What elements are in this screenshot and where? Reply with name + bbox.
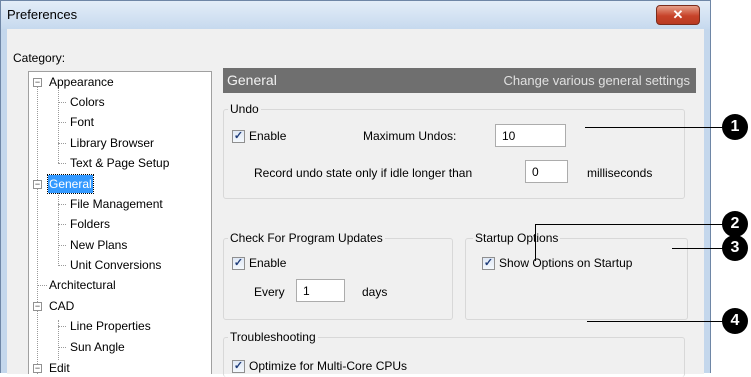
max-undos-label: Maximum Undos:	[363, 129, 457, 143]
collapse-icon[interactable]: −	[33, 302, 42, 311]
updates-group-label: Check For Program Updates	[228, 231, 385, 245]
tree-item-colors[interactable]: Colors	[70, 93, 105, 111]
close-button[interactable]: ✕	[656, 5, 700, 25]
tree-item-general[interactable]: General	[47, 174, 94, 194]
check-icon: ✓	[483, 257, 494, 269]
callout-line-4	[587, 321, 723, 322]
tree-item-sun-angle[interactable]: Sun Angle	[70, 338, 125, 356]
category-tree[interactable]: − Appearance Colors Font Library Browser…	[28, 71, 212, 374]
callout-4: 4	[722, 308, 748, 334]
max-undos-input[interactable]: 10	[495, 124, 566, 147]
check-icon: ✓	[233, 130, 244, 142]
check-icon: ✓	[233, 360, 244, 372]
callout-1: 1	[722, 114, 748, 140]
collapse-icon[interactable]: −	[33, 78, 42, 87]
idle-unit-label: milliseconds	[587, 166, 653, 180]
panel-title: General	[227, 72, 277, 88]
callout-2: 2	[722, 211, 748, 237]
settings-panel: General Change various general settings …	[214, 67, 704, 377]
days-label: days	[362, 285, 388, 299]
startup-group-label: Startup Options	[473, 231, 561, 245]
tree-item-file-management[interactable]: File Management	[70, 195, 163, 213]
tree-item-appearance[interactable]: Appearance	[49, 73, 114, 91]
tree-item-text-page-setup[interactable]: Text & Page Setup	[70, 154, 169, 172]
collapse-icon[interactable]: −	[33, 364, 42, 373]
updates-enable-checkbox[interactable]: ✓	[232, 257, 245, 270]
show-options-checkbox[interactable]: ✓	[482, 257, 495, 270]
preferences-window: Preferences ✕ Category: − Appearance Col…	[0, 0, 711, 377]
category-label: Category:	[13, 51, 66, 65]
window-title: Preferences	[7, 7, 78, 22]
title-bar[interactable]: Preferences ✕	[1, 1, 710, 29]
idle-label: Record undo state only if idle longer th…	[254, 166, 473, 180]
undo-enable-checkbox[interactable]: ✓	[232, 130, 245, 143]
troubleshooting-group-label: Troubleshooting	[228, 330, 318, 344]
tree-item-library-browser[interactable]: Library Browser	[70, 134, 154, 152]
tree-item-new-plans[interactable]: New Plans	[70, 236, 127, 254]
tree-item-edit[interactable]: Edit	[49, 359, 70, 374]
panel-description: Change various general settings	[503, 73, 690, 88]
undo-group	[223, 109, 685, 199]
callout-line-2v	[535, 224, 536, 261]
callout-line-2	[535, 224, 723, 225]
update-days-input[interactable]: 1	[296, 279, 345, 302]
undo-group-label: Undo	[228, 102, 261, 116]
idle-ms-input[interactable]: 0	[525, 160, 568, 183]
every-label: Every	[254, 285, 285, 299]
multicore-label: Optimize for Multi-Core CPUs	[249, 359, 408, 373]
dialog-client-area: Category: − Appearance Colors Font Libra…	[7, 29, 704, 377]
show-options-label: Show Options on Startup	[499, 256, 633, 270]
tree-item-cad[interactable]: CAD	[49, 297, 74, 315]
tree-item-folders[interactable]: Folders	[70, 215, 110, 233]
startup-group	[465, 238, 688, 320]
updates-enable-label: Enable	[249, 256, 287, 270]
close-icon: ✕	[672, 7, 684, 22]
undo-enable-label: Enable	[249, 129, 287, 143]
multicore-checkbox[interactable]: ✓	[232, 360, 245, 373]
callout-3: 3	[722, 235, 748, 261]
tree-item-unit-conversions[interactable]: Unit Conversions	[70, 256, 161, 274]
tree-item-architectural[interactable]: Architectural	[49, 276, 116, 294]
callout-line-3	[672, 248, 723, 249]
tree-item-line-properties[interactable]: Line Properties	[70, 317, 151, 335]
callout-line-1	[585, 127, 723, 128]
check-icon: ✓	[233, 257, 244, 269]
collapse-icon[interactable]: −	[33, 180, 42, 189]
tree-item-font[interactable]: Font	[70, 113, 94, 131]
panel-header: General Change various general settings	[223, 68, 696, 93]
